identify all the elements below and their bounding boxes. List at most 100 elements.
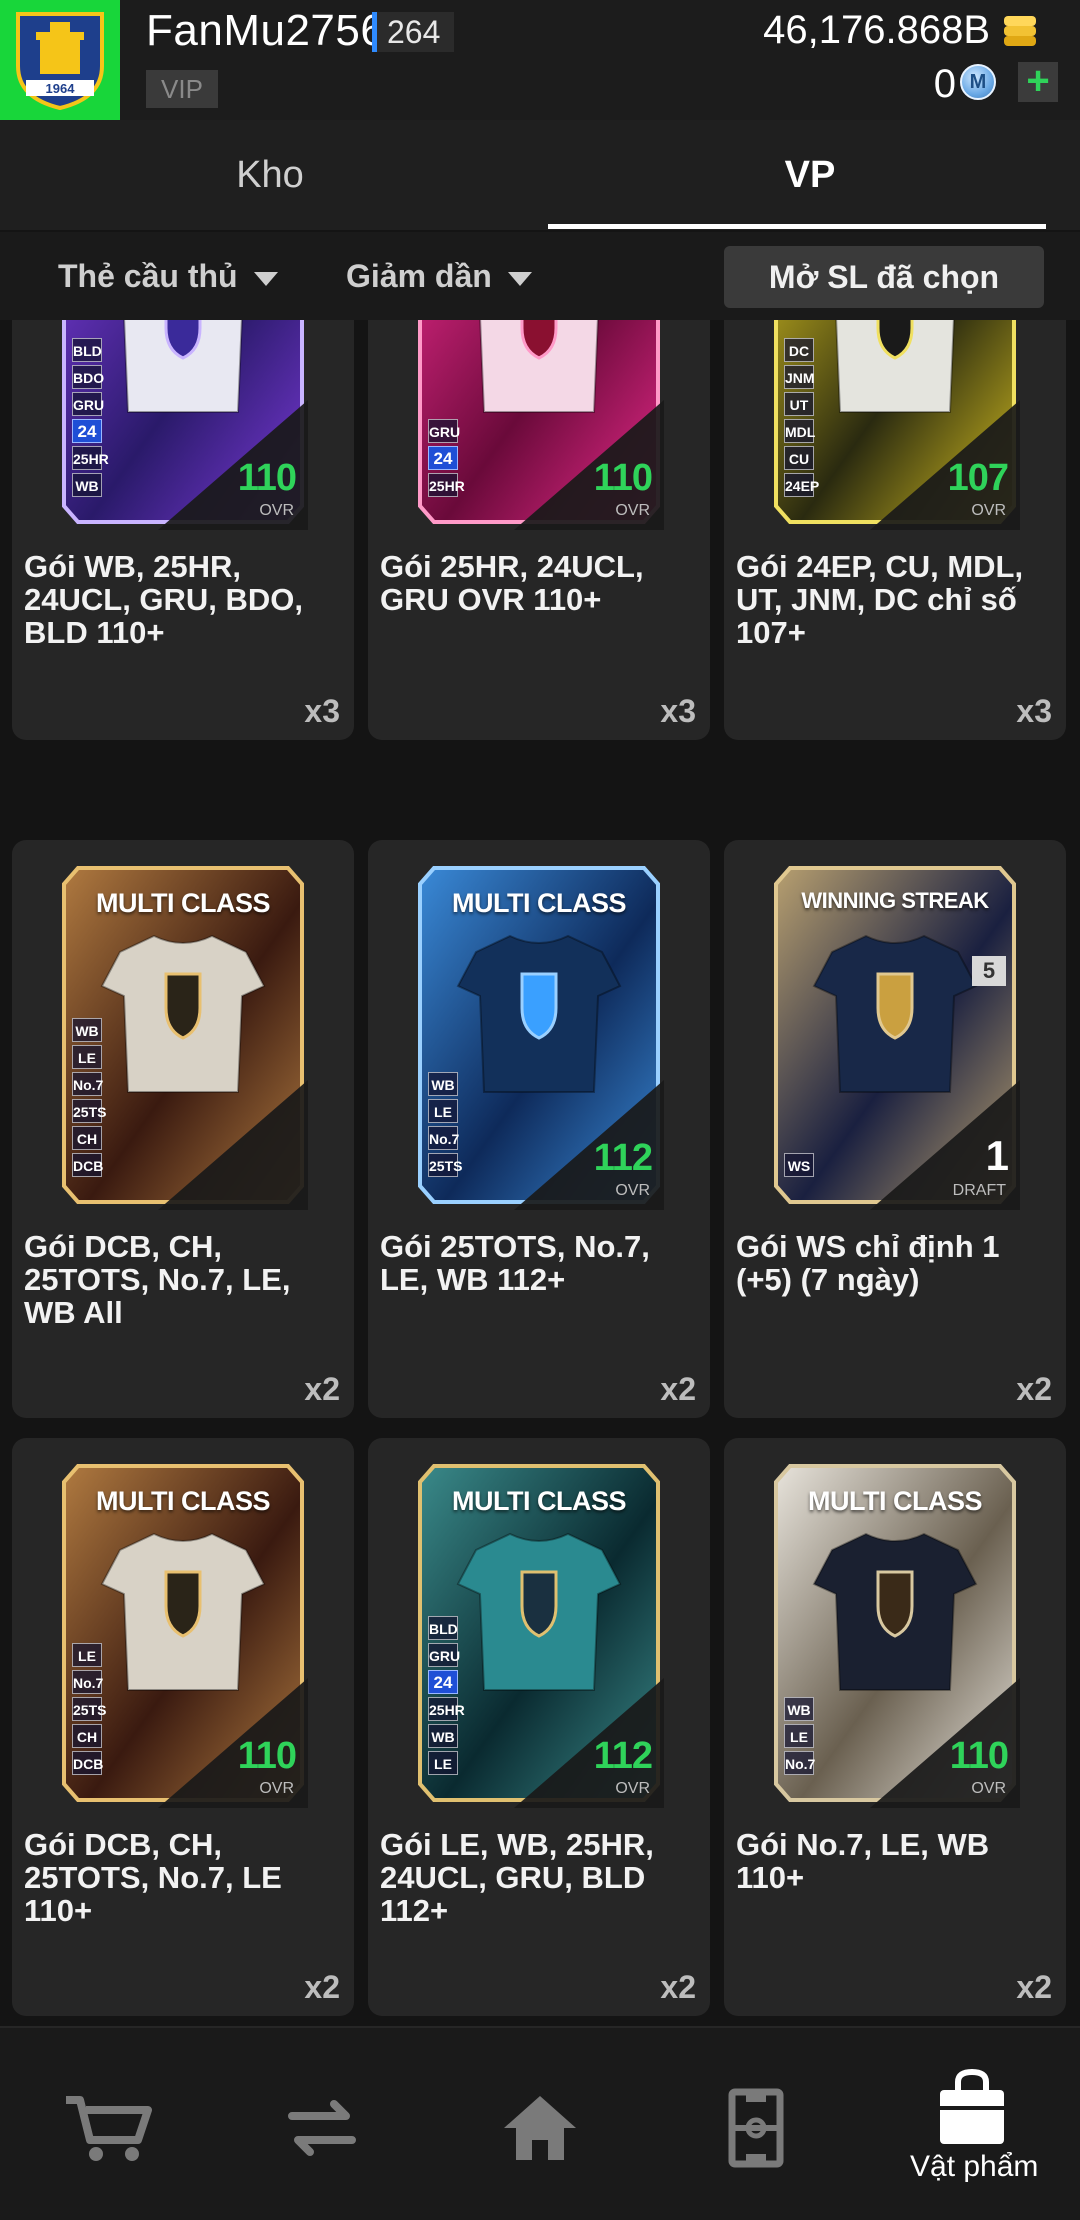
ovr-value: 1 [985,1132,1009,1179]
add-currency-button[interactable]: + [1018,61,1058,102]
tab-vp[interactable]: VP [540,120,1080,230]
club-logo[interactable]: 1964 [0,0,120,120]
position-tag: No.7 [428,1126,459,1150]
position-tag: WB [784,1697,814,1721]
home-icon[interactable] [490,2088,590,2168]
pack-item[interactable]: MULTI CLASS LE No.7 25TS CH DCB 110 OVR Gói DCB,… [12,1438,354,2016]
pack-card-art: MULTI CLASS WB LE No.7 110 OVR [770,1458,1020,1808]
pack-name: Gói DCB, CH, 25TOTS, No.7, LE 110+ [24,1827,282,1928]
tab-kho[interactable]: Kho [0,120,540,230]
position-tag: JNM [784,365,815,389]
position-tag: MDL [784,419,815,443]
vip-badge[interactable]: VIP [146,70,218,108]
ovr-value: 110 [593,457,653,499]
chevron-down-icon [507,271,532,286]
position-tag: WS [784,1153,814,1177]
position-tags: DC JNM UT MDL CU 24EP [784,338,819,500]
position-tags: BLD BDO GRU 24 25HR WB [72,338,109,500]
position-tag: WB [428,1072,458,1096]
position-tag: 25TS [72,1697,106,1721]
position-tag: BLD [428,1616,458,1640]
filter-bar: Thẻ cầu thủ Giảm dần Mở SL đã chọn [0,232,1080,320]
pack-quantity: x2 [660,1969,696,2005]
pack-item[interactable]: MULTI CLASSBLDBDOGRU2425HRWB110OVRGói WB… [12,320,354,740]
ovr-label: OVR [971,1780,1006,1797]
pack-quantity: x2 [304,1969,340,2005]
ovr-label: OVR [971,502,1006,519]
ovr-value: 112 [593,1735,653,1777]
position-tag: BLD [72,338,102,362]
position-tag: WB [72,1018,102,1042]
pack-item[interactable]: MULTI CLASSGRU2425HR110OVRGói 25HR, 24UC… [368,320,710,740]
open-selected-button[interactable]: Mở SL đã chọn [724,246,1044,308]
pack-item[interactable]: MULTI CLASS WB LE No.7 25TS 112 OVR Gói 25TOTS,… [368,840,710,1418]
pack-item[interactable]: MULTI CLASSDCJNMUTMDLCU24EP107OVRGói 24E… [724,320,1066,740]
card-class-label: MULTI CLASS [808,1486,982,1516]
position-tag: 25TS [72,1099,106,1123]
tab-bar: Kho VP [0,120,1080,230]
pack-quantity: x2 [1016,1371,1052,1407]
ovr-value: 110 [237,1735,297,1777]
chevron-down-icon [253,271,278,286]
pack-card-art: MULTI CLASS LE No.7 25TS CH DCB 110 OVR [58,1458,308,1808]
pack-card-art: MULTI CLASS WB LE No.7 25TS 112 OVR [414,860,664,1210]
position-tags: WS [784,1153,816,1180]
position-tag: LE [784,1724,814,1748]
position-tag: GRU [428,419,460,443]
transfer-icon[interactable] [272,2088,372,2168]
position-tag: GRU [428,1643,460,1667]
logo-year: 1964 [46,81,76,96]
top-header: 1964 FanMu2756 264 VIP 46,176.868B 0 M + [0,0,1080,120]
position-tag: No.7 [72,1670,103,1694]
position-tag: 25HR [428,473,465,497]
position-tags: GRU 24 25HR [428,419,465,500]
pack-item[interactable]: MULTI CLASS WB LE No.7 25TS CH DCB Gói DCB, CH,… [12,840,354,1418]
mc-coin-icon: M [960,64,996,100]
ovr-label: OVR [615,502,650,519]
type-filter-dropdown[interactable]: Thẻ cầu thủ [58,232,278,320]
bag-icon[interactable] [922,2068,1022,2148]
position-tag: DCB [72,1751,103,1775]
position-tag: DCB [72,1153,103,1177]
position-tag: WB [428,1724,458,1748]
pack-card-art: MULTI CLASS WB LE No.7 25TS CH DCB [58,860,308,1210]
position-tag: CH [72,1724,102,1748]
pack-name: Gói LE, WB, 25HR, 24UCL, GRU, BLD 112+ [380,1827,654,1928]
position-tag: 25HR [72,446,109,470]
card-class-label: MULTI CLASS [96,1486,270,1516]
pack-item[interactable]: WINNING STREAK WS 5 1 DRAFT Gói WS chỉ định 1… [724,840,1066,1418]
pack-item[interactable]: MULTI CLASS BLD GRU 24 25HR WB LE 112 OVR Gói LE,… [368,1438,710,2016]
position-tag: 25TS [428,1153,462,1177]
position-tag: UT [784,392,814,416]
position-tag: 24 [428,1670,458,1694]
cart-icon[interactable] [58,2088,158,2168]
pack-name: Gói DCB, CH, 25TOTS, No.7, LE, WB All [24,1229,291,1330]
position-tag: CH [72,1126,102,1150]
pack-name: Gói 24EP, CU, MDL, UT, JNM, DC chỉ số 10… [736,549,1024,650]
pack-item[interactable]: MULTI CLASS WB LE No.7 110 OVR Gói No.7, LE, W… [724,1438,1066,2016]
pack-quantity: x2 [1016,1969,1052,2005]
position-tag: WB [72,473,102,497]
coin-stack-icon [1004,16,1036,46]
position-tag: No.7 [784,1751,815,1775]
position-tag: DC [784,338,814,362]
card-class-label: WINNING STREAK [801,888,989,913]
position-tags: BLD GRU 24 25HR WB LE [428,1616,465,1778]
position-tags: WB LE No.7 25TS [428,1072,462,1180]
position-tag: LE [428,1751,458,1775]
pack-card-art: MULTI CLASSDCJNMUTMDLCU24EP107OVR [770,320,1020,530]
ovr-label: OVR [259,502,294,519]
ovr-value: 110 [237,457,297,499]
pack-name: Gói 25HR, 24UCL, GRU OVR 110+ [380,549,644,617]
position-tag: 25HR [428,1697,465,1721]
position-tag: No.7 [72,1072,103,1096]
card-class-label: MULTI CLASS [452,1486,626,1516]
ovr-value: 107 [947,457,1009,499]
position-tag: BDO [72,365,104,389]
club-crest-icon: 1964 [16,12,104,111]
nav-label-vat-pham[interactable]: Vật phẩm [910,2150,1080,2184]
pitch-icon[interactable] [706,2088,806,2168]
sort-dropdown[interactable]: Giảm dần [346,232,532,320]
mc-balance: 0 [933,62,956,106]
pack-quantity: x2 [660,1371,696,1407]
